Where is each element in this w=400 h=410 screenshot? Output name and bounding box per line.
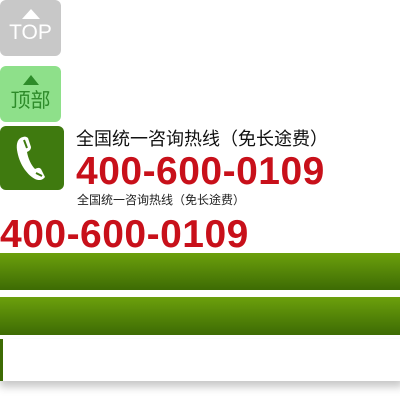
up-arrow-icon: [22, 75, 39, 85]
green-banner-bar: [0, 253, 400, 290]
hotline-number[interactable]: 400-600-0109: [76, 150, 325, 194]
back-to-top-cn-button[interactable]: 顶部: [0, 66, 61, 122]
content-panel: [0, 339, 400, 381]
phone-handset-icon: [16, 136, 45, 181]
hotline-heading-small: 全国统一咨询热线（免长途费）: [77, 193, 246, 207]
hotline-number-large[interactable]: 400-600-0109: [0, 213, 249, 257]
back-to-top-label: TOP: [9, 21, 52, 44]
up-arrow-icon: [21, 9, 40, 19]
back-to-top-button[interactable]: TOP: [0, 0, 61, 56]
green-banner-bar: [0, 297, 400, 335]
back-to-top-cn-label: 顶部: [10, 88, 51, 112]
phone-button[interactable]: [0, 126, 64, 190]
hotline-heading: 全国统一咨询热线（免长途费）: [76, 129, 328, 150]
